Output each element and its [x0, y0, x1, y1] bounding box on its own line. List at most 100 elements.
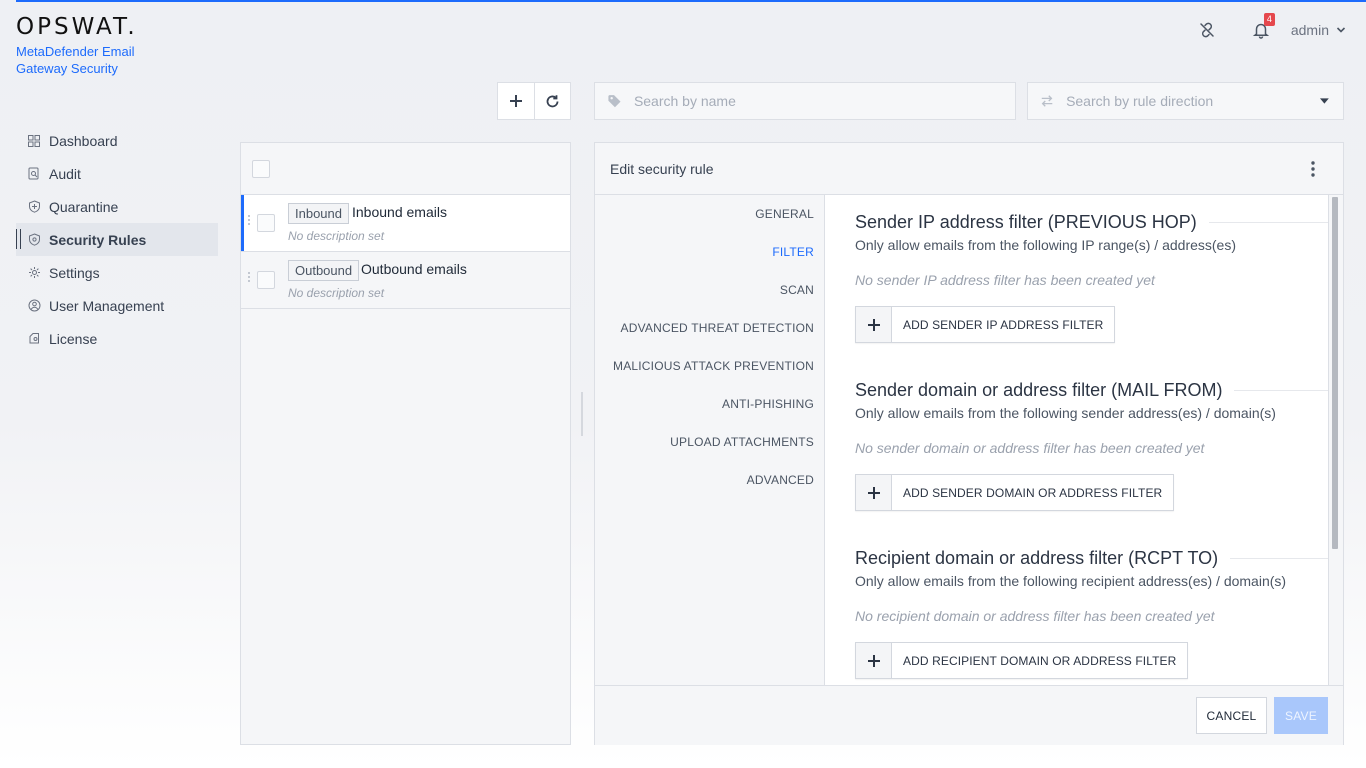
more-options-icon[interactable] — [1311, 161, 1315, 177]
edit-panel-footer: CANCEL SAVE — [595, 685, 1343, 745]
plus-icon — [856, 307, 892, 342]
sidebar-item-label: Audit — [49, 165, 81, 182]
notification-count-badge: 4 — [1263, 13, 1275, 26]
section-title: Sender domain or address filter (MAIL FR… — [855, 379, 1235, 401]
add-sender-domain-filter-button[interactable]: ADD SENDER DOMAIN OR ADDRESS FILTER — [855, 474, 1175, 511]
notifications-bell-icon[interactable]: 4 — [1245, 13, 1277, 46]
empty-state-text: No sender IP address filter has been cre… — [855, 272, 1155, 288]
sidebar-item-label: Quarantine — [49, 198, 119, 215]
direction-tag: Inbound — [288, 203, 349, 224]
refresh-button[interactable] — [533, 83, 571, 119]
edit-panel-header: Edit security rule — [595, 143, 1343, 195]
panel-resize-handle[interactable] — [581, 392, 583, 436]
section-subtitle: Only allow emails from the following IP … — [855, 237, 1237, 253]
rule-name: Inbound emails — [352, 204, 447, 220]
save-button[interactable]: SAVE — [1274, 697, 1328, 734]
sidebar-item-label: User Management — [49, 297, 165, 314]
plus-icon — [856, 475, 892, 510]
editor-tabs: GENERAL FILTER SCAN ADVANCED THREAT DETE… — [595, 195, 826, 685]
product-name: MetaDefender Email Gateway Security — [16, 44, 135, 76]
select-all-checkbox[interactable] — [252, 160, 270, 178]
sender-ip-filter-section: Sender IP address filter (PREVIOUS HOP) … — [855, 211, 1328, 343]
tab-general[interactable]: GENERAL — [595, 195, 825, 233]
rule-description: No description set — [288, 229, 385, 243]
add-rule-button[interactable] — [498, 83, 534, 119]
rule-name: Outbound emails — [361, 261, 467, 277]
edit-rule-panel: Edit security rule GENERAL FILTER SCAN A… — [594, 142, 1344, 745]
content-scrollbar[interactable] — [1332, 197, 1338, 549]
button-label: ADD SENDER IP ADDRESS FILTER — [903, 317, 1104, 332]
section-subtitle: Only allow emails from the following rec… — [855, 573, 1287, 589]
tag-icon — [608, 95, 621, 108]
top-bar-actions: 4 admin — [1191, 13, 1346, 46]
tab-advanced-threat-detection[interactable]: ADVANCED THREAT DETECTION — [595, 309, 825, 347]
list-toolbar — [497, 82, 571, 120]
rules-list-header — [241, 143, 570, 195]
tab-upload-attachments[interactable]: UPLOAD ATTACHMENTS — [595, 423, 825, 461]
gear-icon — [27, 266, 41, 280]
rule-checkbox[interactable] — [257, 271, 275, 289]
cancel-button[interactable]: CANCEL — [1196, 697, 1267, 734]
top-accent-line — [16, 0, 1366, 2]
user-menu[interactable]: admin — [1291, 22, 1346, 38]
search-by-name-field — [594, 82, 1016, 120]
empty-state-text: No sender domain or address filter has b… — [855, 440, 1205, 456]
sender-domain-filter-section: Sender domain or address filter (MAIL FR… — [855, 379, 1328, 511]
rule-row[interactable]: Inbound Inbound emails No description se… — [241, 195, 570, 252]
tab-malicious-attack-prevention[interactable]: MALICIOUS ATTACK PREVENTION — [595, 347, 825, 385]
search-input[interactable] — [633, 93, 1015, 109]
sidebar-item-label: Dashboard — [49, 132, 118, 149]
button-label: ADD RECIPIENT DOMAIN OR ADDRESS FILTER — [903, 653, 1177, 668]
user-icon — [27, 299, 41, 313]
plus-icon — [856, 643, 892, 678]
rules-list-panel: Inbound Inbound emails No description se… — [240, 142, 571, 745]
rule-checkbox[interactable] — [257, 214, 275, 232]
sidebar-item-label: Settings — [49, 264, 100, 281]
logo: OPSWAT. MetaDefender Email Gateway Secur… — [16, 14, 156, 77]
tab-filter[interactable]: FILTER — [595, 233, 826, 271]
swap-arrows-icon — [1041, 95, 1053, 107]
sidebar-item-user-management[interactable]: User Management — [16, 289, 218, 322]
sidebar-item-dashboard[interactable]: Dashboard — [16, 124, 218, 157]
recipient-domain-filter-section: Recipient domain or address filter (RCPT… — [855, 547, 1328, 679]
add-sender-ip-filter-button[interactable]: ADD SENDER IP ADDRESS FILTER — [855, 306, 1116, 343]
add-recipient-domain-filter-button[interactable]: ADD RECIPIENT DOMAIN OR ADDRESS FILTER — [855, 642, 1189, 679]
tab-anti-phishing[interactable]: ANTI-PHISHING — [595, 385, 825, 423]
sidebar-nav: Dashboard Audit Quarantine Security Rule… — [16, 124, 218, 355]
quarantine-icon — [27, 200, 41, 214]
sidebar-item-quarantine[interactable]: Quarantine — [16, 190, 218, 223]
direction-input[interactable] — [1066, 93, 1321, 109]
edit-panel-title: Edit security rule — [610, 160, 714, 177]
dashboard-icon — [27, 134, 41, 148]
tab-scan[interactable]: SCAN — [595, 271, 825, 309]
drag-handle-icon[interactable] — [248, 215, 252, 229]
license-icon — [27, 332, 41, 346]
plus-icon — [509, 95, 522, 107]
drag-handle-icon[interactable] — [248, 272, 252, 286]
rule-direction-select[interactable] — [1027, 82, 1344, 120]
section-title: Recipient domain or address filter (RCPT… — [855, 547, 1231, 569]
rule-row[interactable]: Outbound Outbound emails No description … — [241, 252, 570, 309]
direction-tag: Outbound — [288, 260, 360, 281]
disconnect-icon[interactable] — [1191, 14, 1223, 46]
caret-down-icon — [1320, 98, 1329, 104]
tab-advanced[interactable]: ADVANCED — [595, 461, 825, 499]
section-title: Sender IP address filter (PREVIOUS HOP) — [855, 211, 1209, 233]
chevron-down-icon — [1336, 27, 1346, 33]
filter-content: Sender IP address filter (PREVIOUS HOP) … — [824, 195, 1329, 685]
logo-wordmark: OPSWAT. — [16, 14, 138, 40]
sidebar-item-label: Security Rules — [49, 231, 147, 248]
username: admin — [1290, 22, 1329, 38]
rule-description: No description set — [288, 286, 385, 300]
sidebar-item-audit[interactable]: Audit — [16, 157, 218, 190]
sidebar-item-license[interactable]: License — [16, 322, 218, 355]
sidebar-item-security-rules[interactable]: Security Rules — [16, 223, 218, 256]
sidebar-item-label: License — [49, 330, 98, 347]
sidebar-item-settings[interactable]: Settings — [16, 256, 218, 289]
button-label: ADD SENDER DOMAIN OR ADDRESS FILTER — [903, 485, 1163, 500]
empty-state-text: No recipient domain or address filter ha… — [855, 608, 1215, 624]
refresh-icon — [546, 94, 559, 107]
audit-icon — [27, 167, 41, 181]
section-subtitle: Only allow emails from the following sen… — [855, 405, 1276, 421]
shield-icon — [27, 233, 41, 247]
